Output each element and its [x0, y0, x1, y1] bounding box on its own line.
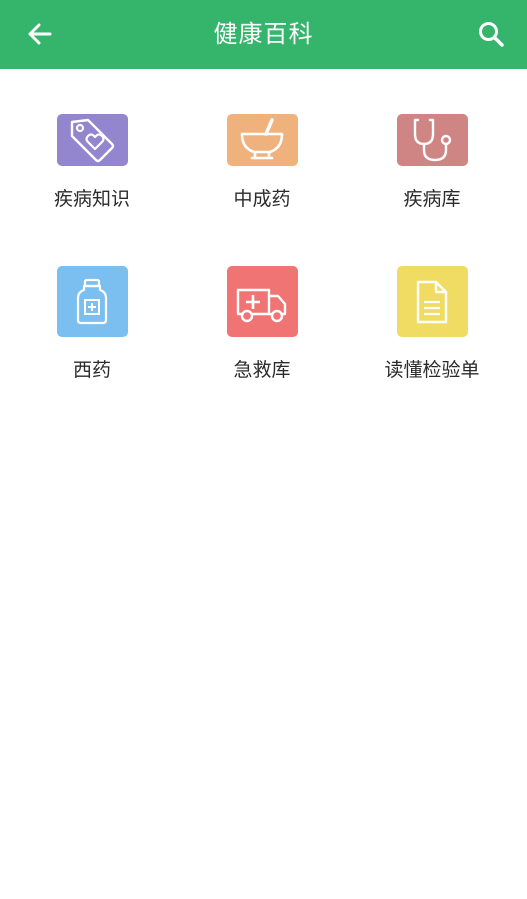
tile — [226, 114, 298, 166]
grid-item-disease-library[interactable]: 疾病库 — [362, 69, 502, 210]
tile — [396, 114, 468, 166]
search-button[interactable] — [471, 14, 511, 54]
grid-item-label: 读懂检验单 — [384, 359, 480, 381]
tile — [56, 266, 128, 337]
medicine-bottle-icon — [76, 278, 108, 324]
arrow-left-icon — [28, 23, 52, 45]
grid-item-label: 西药 — [72, 359, 111, 381]
grid-item-chinese-medicine[interactable]: 中成药 — [192, 69, 332, 210]
mortar-pestle-icon — [240, 118, 284, 160]
grid-item-label: 疾病库 — [403, 188, 461, 210]
stethoscope-icon — [413, 118, 452, 162]
grid-item-western-medicine[interactable]: 西药 — [22, 266, 162, 396]
grid-item-disease-knowledge[interactable]: 疾病知识 — [22, 69, 162, 210]
grid-item-label: 疾病知识 — [53, 188, 130, 210]
page-title: 健康百科 — [213, 20, 314, 48]
grid-item-label: 急救库 — [233, 359, 291, 381]
document-icon — [416, 280, 448, 323]
tile — [56, 114, 128, 166]
grid-item-first-aid[interactable]: 急救库 — [192, 266, 332, 396]
search-icon — [479, 22, 504, 47]
grid-item-label: 中成药 — [233, 188, 291, 210]
app-bar: 健康百科 — [0, 0, 527, 69]
back-button[interactable] — [20, 14, 60, 54]
tile — [226, 266, 298, 337]
ambulance-icon — [236, 288, 287, 322]
grid-item-lab-report[interactable]: 读懂检验单 — [362, 266, 502, 396]
tile — [396, 266, 468, 337]
heart-tag-icon — [70, 118, 115, 163]
